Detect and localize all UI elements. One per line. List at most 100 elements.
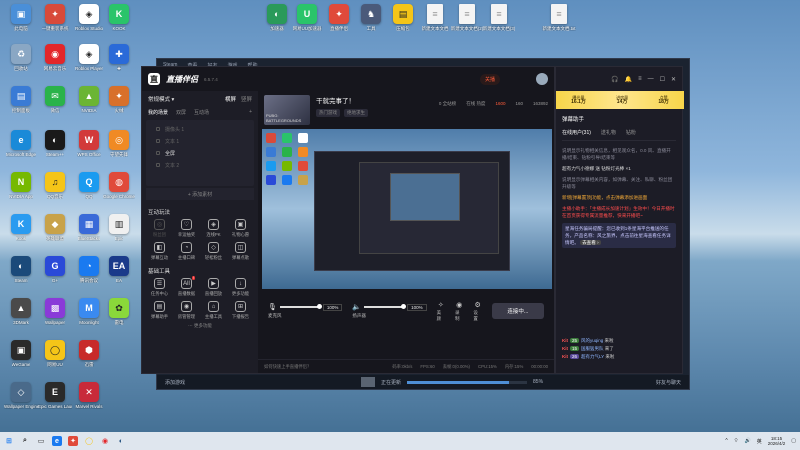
stream-preview[interactable]: [262, 129, 552, 289]
scene-tab-dual[interactable]: 双屏: [176, 109, 186, 116]
desktop-shortcut[interactable]: ◐ 加速器: [260, 4, 294, 31]
desktop-shortcut[interactable]: ✦ 一键重装系统: [38, 4, 72, 31]
room-cover[interactable]: PUBG: BATTLEGROUNDS: [264, 95, 310, 125]
desktop-shortcut[interactable]: M Moonlight: [72, 298, 106, 325]
tool-button[interactable]: ⊞ 下播报告: [227, 301, 254, 320]
scene-item[interactable]: 文本 2: [146, 159, 254, 171]
speaker-volume-slider[interactable]: [364, 304, 407, 309]
close-icon[interactable]: ✕: [671, 76, 676, 83]
desktop-shortcut[interactable]: ◆ 英雄联盟: [38, 214, 72, 241]
desktop-file[interactable]: ≡ 新建文本文档: [418, 4, 452, 31]
desktop-shortcut[interactable]: ◈ Roblox Studio: [72, 4, 106, 31]
desktop-shortcut[interactable]: ✕ Marvel Rivals: [72, 382, 106, 409]
desktop-shortcut[interactable]: ▣ 此电脑: [4, 4, 38, 31]
windows-start-icon[interactable]: ⊞: [4, 436, 14, 446]
desktop-shortcut[interactable]: ✦ 火绒: [102, 86, 136, 113]
scene-item[interactable]: 文本 1: [146, 135, 254, 147]
desktop-shortcut[interactable]: e Microsoft Edge: [4, 130, 38, 157]
desktop-shortcut[interactable]: ▦ BlueStacks: [72, 214, 106, 241]
desktop-shortcut[interactable]: ▥ Epic: [102, 214, 136, 241]
tool-button[interactable]: ◉ 房管管理: [173, 301, 200, 320]
tray-expand-icon[interactable]: ^: [725, 438, 727, 444]
scene-checkbox[interactable]: [156, 151, 160, 155]
mic-volume-slider[interactable]: [279, 304, 322, 309]
desktop-shortcut[interactable]: ◔ 腾讯会议: [72, 256, 106, 283]
desktop-shortcut[interactable]: ✉ 微信: [38, 86, 72, 113]
room-tag-category[interactable]: 热门游戏: [316, 109, 340, 117]
desktop-shortcut[interactable]: ▩ Wallpaper: [38, 298, 72, 325]
tool-button[interactable]: ▣ 礼物心愿: [227, 219, 254, 238]
steam-download-bar[interactable]: 添加游戏 正在更新 85% 好友与聊天: [157, 375, 689, 389]
search-icon[interactable]: ⌕: [20, 436, 30, 446]
end-live-button[interactable]: 关播: [479, 73, 500, 85]
tool-button[interactable]: ▤ 弹幕助手: [146, 301, 173, 320]
volume-icon[interactable]: 🔊: [744, 438, 750, 444]
scene-checkbox[interactable]: [156, 139, 160, 143]
stats-banner[interactable]: 曝光量 16.1万 进房量 14万 点赞 18万: [556, 91, 684, 109]
scene-item[interactable]: 摄像头 1: [146, 123, 254, 135]
chat-username[interactable]: 国服猛男队: [581, 346, 604, 351]
tool-button[interactable]: ▶ 直播回放: [200, 278, 227, 297]
desktop-shortcut[interactable]: ◇ Wallpaper Engine: [4, 382, 38, 409]
notification-icon[interactable]: 🔔: [625, 76, 632, 83]
tab-gifts[interactable]: 送礼物: [601, 129, 616, 136]
view-more-button[interactable]: 去查看 ›: [580, 240, 601, 245]
beauty-button[interactable]: ✧ 美颜: [437, 301, 445, 322]
desktop-shortcut[interactable]: ▤ 压缩包: [386, 4, 420, 31]
tool-button[interactable]: ♡ 幸运抽奖: [173, 219, 200, 238]
desktop-shortcut[interactable]: U 网易UU加速器: [290, 4, 324, 31]
desktop-shortcut[interactable]: ⬢ 迅雷: [72, 340, 106, 367]
chat-username[interactable]: 风的yuqing: [581, 338, 603, 343]
tab-online-users[interactable]: 在线用户(31): [562, 129, 591, 136]
avatar[interactable]: [536, 73, 548, 85]
tool-button[interactable]: ◔ 主播口碑: [173, 242, 200, 261]
desktop-shortcut[interactable]: ◎ 守望先锋: [102, 130, 136, 157]
desktop-shortcut[interactable]: Q QQ: [72, 172, 106, 199]
desktop-shortcut[interactable]: ✿ 雷电: [102, 298, 136, 325]
chat-message[interactable]: Kit 25 风的yuqing 来啦: [562, 337, 676, 345]
desktop-shortcut[interactable]: ◍ Google Chrome: [102, 172, 136, 199]
tool-button[interactable]: ◫ 弹幕点歌: [227, 242, 254, 261]
add-source-button[interactable]: + 添加素材: [146, 188, 254, 200]
desktop-shortcut[interactable]: ◉ 网易云音乐: [38, 44, 72, 71]
mode-select[interactable]: 常规模式 ▾: [148, 95, 174, 103]
tool-button[interactable]: ◧ 弹幕互动: [146, 242, 173, 261]
tab-portrait[interactable]: 竖屏: [241, 95, 252, 103]
more-functions-link[interactable]: ⋯ 更多功能: [142, 320, 258, 332]
notification-center-icon[interactable]: ▢: [791, 438, 796, 444]
scene-item[interactable]: 全屏: [146, 147, 254, 159]
headset-icon[interactable]: 🎧: [611, 76, 618, 83]
record-button[interactable]: ◉ 录制: [455, 301, 463, 322]
desktop-shortcut[interactable]: ▣ WeGame: [4, 340, 38, 367]
desktop-shortcut[interactable]: ▤ 控制面板: [4, 86, 38, 113]
task-view-icon[interactable]: ▭: [36, 436, 46, 446]
taskbar-app-music-icon[interactable]: ◉: [100, 436, 110, 446]
tab-diamond-fans[interactable]: 钻粉: [626, 129, 636, 136]
desktop-shortcut[interactable]: N NVIDIA App: [4, 172, 38, 199]
desktop-shortcut[interactable]: ◐ Steam++: [38, 130, 72, 157]
desktop-shortcut[interactable]: W WPS Office: [72, 130, 106, 157]
taskbar-app-live-icon[interactable]: ✦: [68, 436, 78, 446]
room-title[interactable]: 干就完事了！: [316, 95, 368, 105]
desktop-shortcut[interactable]: K Kook: [4, 214, 38, 241]
tool-button[interactable]: All! 直播数据: [173, 276, 200, 297]
add-game-button[interactable]: 添加游戏: [165, 379, 185, 386]
desktop-shortcut[interactable]: EA EA: [102, 256, 136, 283]
desktop-shortcut[interactable]: ◈ Roblox Player: [72, 44, 106, 71]
tool-button[interactable]: ◈ 连线PK: [200, 219, 227, 238]
desktop-shortcut[interactable]: ♫ QQ音乐: [38, 172, 72, 199]
maximize-icon[interactable]: ☐: [660, 76, 665, 83]
desktop-file[interactable]: ≡ 新建文本文档.txt: [542, 4, 576, 31]
desktop-shortcut[interactable]: ▲ NVIDIA: [72, 86, 106, 113]
network-icon[interactable]: ⌔: [734, 438, 739, 444]
desktop-file[interactable]: ≡ 新建文本文档(3): [482, 4, 516, 31]
speaker-icon[interactable]: 🔈: [352, 303, 361, 311]
clock[interactable]: 18:15 2026/4/2: [768, 436, 786, 446]
scene-checkbox[interactable]: [156, 127, 160, 131]
friends-chat-button[interactable]: 好友与聊天: [656, 379, 681, 386]
input-language[interactable]: 英: [757, 438, 762, 445]
tool-button[interactable]: ⌂ 主播工具: [200, 301, 227, 320]
desktop-shortcut[interactable]: K KOOK: [102, 4, 136, 31]
help-link[interactable]: 如何快速上手直播伴侣？: [264, 364, 311, 370]
desktop-shortcut[interactable]: E Epic Games Launcher: [38, 382, 72, 409]
